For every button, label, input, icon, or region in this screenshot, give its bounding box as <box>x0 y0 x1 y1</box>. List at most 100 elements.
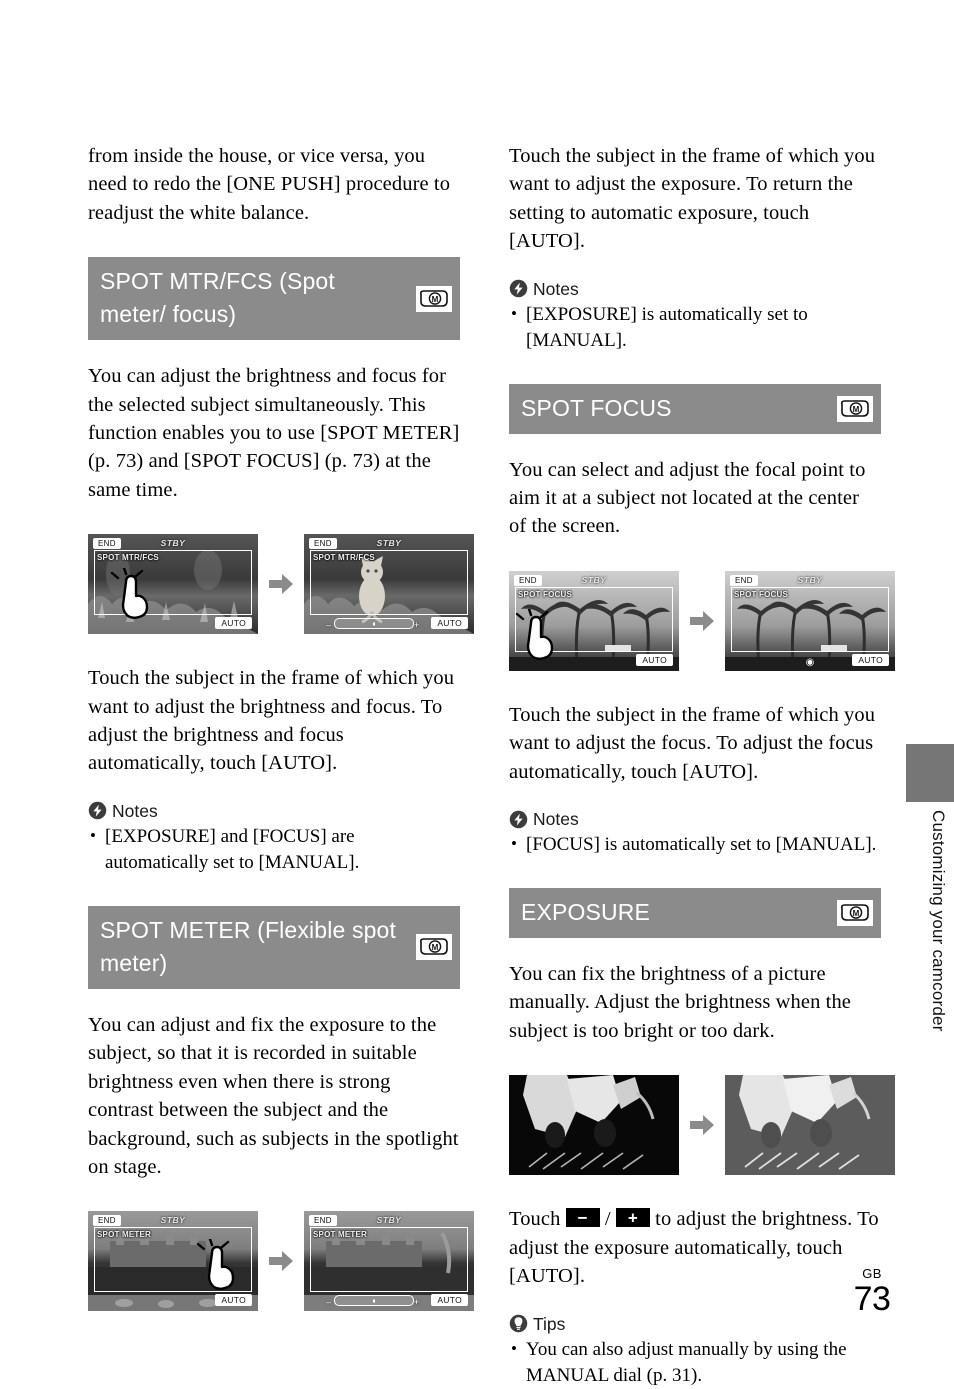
screen-after-spot-mtr-fcs: END STBY SPOT MTR/FCS – + AUTO <box>304 534 474 635</box>
svg-text:M: M <box>853 909 860 918</box>
focus-indicator-icon: ◉ <box>805 656 815 668</box>
notes-label: Notes <box>112 800 158 821</box>
notes-icon <box>509 810 528 828</box>
arrow-right-icon <box>268 1248 294 1274</box>
notes-heading: Notes <box>509 808 881 830</box>
section-title: SPOT MTR/FCS (Spot meter/ focus) <box>100 268 335 328</box>
section-title: EXPOSURE <box>521 899 651 926</box>
notes-list: [FOCUS] is automatically set to [MANUAL]… <box>509 831 881 858</box>
notes-block-spot-mtr-fcs: Notes [EXPOSURE] and [FOCUS] are automat… <box>88 800 460 876</box>
mode-label: SPOT FOCUS <box>518 589 573 599</box>
continued-instructions: Touch the subject in the frame of which … <box>509 145 876 253</box>
section-body-exposure: You can fix the brightness of a picture … <box>509 963 852 1042</box>
status-indicator: STBY <box>376 538 402 549</box>
key-separator: / <box>599 1208 616 1231</box>
arrow-right-icon <box>268 571 294 597</box>
section-header-exposure: EXPOSURE M <box>509 888 881 939</box>
auto-button[interactable]: AUTO <box>215 1294 252 1307</box>
svg-text:M: M <box>432 295 439 304</box>
manual-mode-badge-icon: M <box>416 934 452 961</box>
manual-mode-badge-icon: M <box>837 900 873 927</box>
plus-icon: + <box>627 1208 638 1228</box>
figure-spot-focus: END STBY SPOT FOCUS AUTO END STBY SPOT F… <box>509 570 895 671</box>
mode-label: SPOT METER <box>97 1230 152 1240</box>
chapter-tab-label: Customizing your camcorder <box>929 810 948 1032</box>
figure-spot-mtr-fcs: END STBY SPOT MTR/FCS AUTO END STBY SPOT… <box>88 534 474 635</box>
tips-item: You can also adjust manually by using th… <box>509 1336 881 1389</box>
notes-item: [EXPOSURE] is automatically set to [MANU… <box>509 301 881 354</box>
intro-paragraph: from inside the house, or vice versa, yo… <box>88 145 451 224</box>
tips-lightbulb-icon <box>509 1314 528 1333</box>
svg-text:M: M <box>432 943 439 952</box>
auto-button[interactable]: AUTO <box>852 653 889 666</box>
arrow-right-icon <box>689 1112 715 1138</box>
page-folio: GB 73 <box>842 1266 902 1318</box>
exposure-slider[interactable] <box>334 618 414 630</box>
instructions-spot-mtr-fcs: Touch the subject in the frame of which … <box>88 667 455 775</box>
auto-button[interactable]: AUTO <box>431 1294 468 1307</box>
slider-plus-icon[interactable]: + <box>414 619 419 631</box>
status-indicator: STBY <box>160 1215 186 1226</box>
folio-region-code: GB <box>862 1266 882 1281</box>
photo-after-exposure <box>725 1075 895 1176</box>
notes-icon <box>509 279 528 298</box>
notes-label: Notes <box>533 278 579 299</box>
exposure-slider[interactable] <box>334 1295 414 1307</box>
chapter-tab-marker <box>906 744 954 802</box>
manual-mode-badge-icon: M <box>416 285 452 312</box>
instructions-prefix: Touch <box>509 1208 566 1231</box>
tips-list: You can also adjust manually by using th… <box>509 1336 881 1389</box>
instructions-exposure: Touch − / + to adjust the brightness. To… <box>509 1205 881 1290</box>
instructions-spot-focus: Touch the subject in the frame of which … <box>509 703 876 783</box>
status-indicator: STBY <box>797 574 823 585</box>
right-column: Touch the subject in the frame of which … <box>509 142 895 1389</box>
figure-exposure <box>509 1075 895 1176</box>
notes-block-spot-focus: Notes [FOCUS] is automatically set to [M… <box>509 808 881 858</box>
section-body-spot-meter: You can adjust and fix the exposure to t… <box>88 1013 459 1178</box>
section-title: SPOT METER (Flexible spot meter) <box>100 916 397 976</box>
notes-list: [EXPOSURE] is automatically set to [MANU… <box>509 301 881 354</box>
section-header-spot-focus: SPOT FOCUS M <box>509 383 881 434</box>
mode-label: SPOT MTR/FCS <box>97 553 159 563</box>
notes-item: [EXPOSURE] and [FOCUS] are automatically… <box>88 823 460 876</box>
mode-label: SPOT MTR/FCS <box>313 553 375 563</box>
manual-mode-badge-icon: M <box>837 395 873 422</box>
section-body-spot-focus: You can select and adjust the focal poin… <box>509 458 866 538</box>
slider-minus-icon[interactable]: – <box>326 1296 331 1308</box>
slider-minus-icon[interactable]: – <box>326 619 331 631</box>
notes-icon <box>88 802 107 820</box>
notes-label: Notes <box>533 809 579 830</box>
exposure-plus-key[interactable]: + <box>615 1208 650 1228</box>
section-header-spot-mtr-fcs: SPOT MTR/FCS (Spot meter/ focus) M <box>88 257 460 341</box>
tips-heading: Tips <box>509 1313 881 1335</box>
notes-block-continued: Notes [EXPOSURE] is automatically set to… <box>509 278 881 354</box>
auto-button[interactable]: AUTO <box>636 653 673 666</box>
screen-after-spot-meter: END STBY SPOT METER – + AUTO <box>304 1211 474 1312</box>
notes-heading: Notes <box>509 278 881 300</box>
notes-list: [EXPOSURE] and [FOCUS] are automatically… <box>88 823 460 876</box>
auto-button[interactable]: AUTO <box>215 617 252 630</box>
arrow-right-icon <box>689 608 715 634</box>
photo-before-exposure <box>509 1075 679 1176</box>
folio-page-number: 73 <box>853 1280 891 1318</box>
mode-label: SPOT FOCUS <box>734 589 789 599</box>
section-title: SPOT FOCUS <box>521 394 672 421</box>
notes-item: [FOCUS] is automatically set to [MANUAL]… <box>509 831 881 858</box>
exposure-minus-key[interactable]: − <box>565 1208 600 1228</box>
tips-label: Tips <box>533 1313 566 1334</box>
figure-spot-meter: END STBY SPOT METER AUTO END STBY SPOT M… <box>88 1211 474 1312</box>
section-body-spot-mtr-fcs: You can adjust the brightness and focus … <box>88 365 460 501</box>
svg-text:M: M <box>853 405 860 414</box>
screen-before-spot-mtr-fcs: END STBY SPOT MTR/FCS AUTO <box>88 534 258 635</box>
mode-label: SPOT METER <box>313 1230 368 1240</box>
manual-page: from inside the house, or vice versa, yo… <box>0 0 954 1386</box>
screen-after-spot-focus: END STBY SPOT FOCUS ◉ AUTO <box>725 570 895 671</box>
notes-heading: Notes <box>88 800 460 822</box>
section-header-spot-meter: SPOT METER (Flexible spot meter) M <box>88 905 460 989</box>
slider-plus-icon[interactable]: + <box>414 1296 419 1308</box>
auto-button[interactable]: AUTO <box>431 617 468 630</box>
left-column: from inside the house, or vice versa, yo… <box>88 142 474 1312</box>
status-indicator: STBY <box>581 574 607 585</box>
status-indicator: STBY <box>376 1215 402 1226</box>
status-indicator: STBY <box>160 538 186 549</box>
